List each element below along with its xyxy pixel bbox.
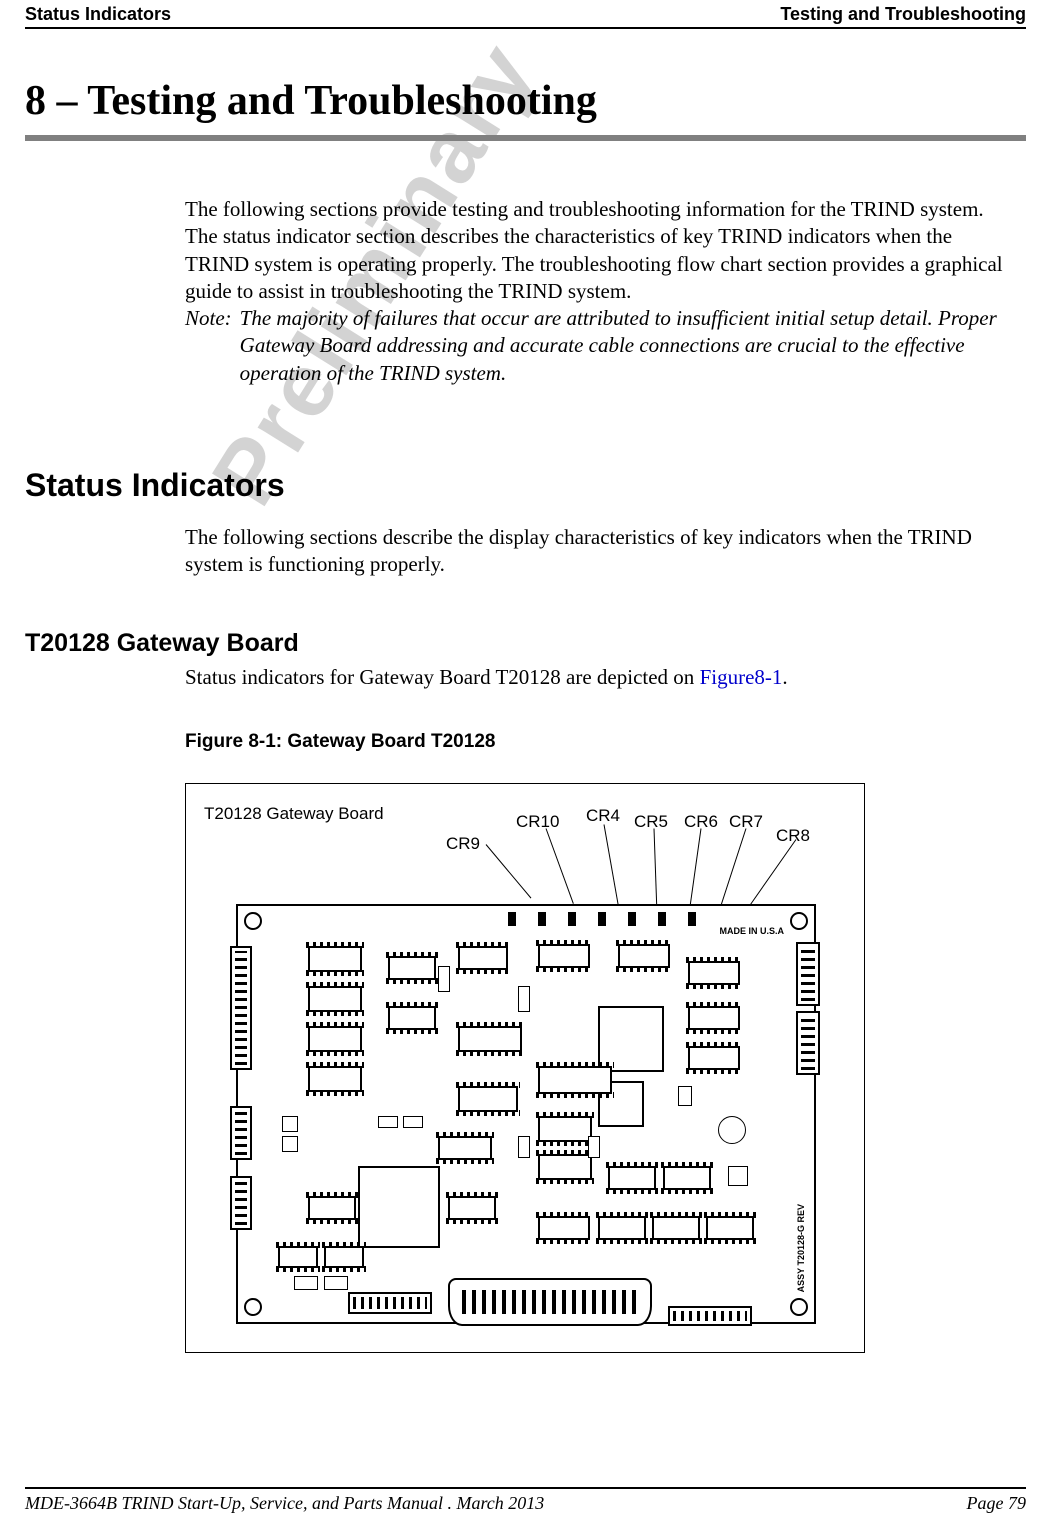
intro-paragraph: The following sections provide testing a… xyxy=(185,196,1016,305)
component xyxy=(728,1166,748,1186)
component xyxy=(294,1276,318,1290)
chip xyxy=(388,956,436,980)
connector xyxy=(796,942,820,1006)
lead-line xyxy=(546,828,574,904)
chip xyxy=(688,961,740,985)
led-cr xyxy=(598,912,606,926)
chip xyxy=(652,1216,700,1240)
component xyxy=(518,986,530,1012)
chip xyxy=(688,1046,740,1070)
component xyxy=(403,1116,423,1128)
chapter-rule xyxy=(25,135,1026,141)
component xyxy=(282,1136,298,1152)
figure-caption: Figure 8-1: Gateway Board T20128 xyxy=(185,731,1026,753)
chip xyxy=(458,1086,518,1112)
component xyxy=(588,1136,600,1158)
lead-line xyxy=(604,824,620,908)
lead-line xyxy=(719,828,746,909)
connector xyxy=(230,946,252,1070)
component xyxy=(678,1086,692,1106)
component xyxy=(324,1276,348,1290)
component xyxy=(378,1116,398,1128)
made-in-usa-label: MADE IN U.S.A xyxy=(719,926,784,936)
chip xyxy=(308,946,362,972)
chip xyxy=(538,1216,590,1240)
component xyxy=(438,966,450,992)
footer-rule xyxy=(25,1487,1026,1489)
figure-cross-ref-link[interactable]: Figure8-1 xyxy=(700,665,783,689)
header-rule xyxy=(25,27,1026,29)
assy-label: ASSY T20128-G REV xyxy=(796,1204,806,1292)
mounting-hole xyxy=(244,1298,262,1316)
callout-cr9: CR9 xyxy=(446,834,480,854)
chip xyxy=(598,1216,646,1240)
chip xyxy=(618,944,670,968)
section-paragraph: The following sections describe the disp… xyxy=(185,524,1016,579)
lead-line xyxy=(689,828,701,907)
chip xyxy=(308,1196,356,1220)
chip xyxy=(308,1026,362,1052)
chip xyxy=(538,944,590,968)
pcb-outline: MADE IN U.S.A ASSY T20128-G REV xyxy=(236,904,816,1324)
qfp-chip xyxy=(358,1166,440,1248)
board-label: T20128 Gateway Board xyxy=(204,804,384,824)
lead-line xyxy=(747,839,797,909)
chip xyxy=(688,1006,740,1030)
lead-line xyxy=(486,844,532,898)
chip xyxy=(448,1196,496,1220)
chip xyxy=(706,1216,754,1240)
chip xyxy=(278,1246,318,1268)
chip xyxy=(663,1166,711,1190)
lead-line xyxy=(654,828,658,908)
subsection-text-post: . xyxy=(782,665,787,689)
dsub-connector xyxy=(448,1278,652,1326)
chip xyxy=(608,1166,656,1190)
connector xyxy=(230,1106,252,1160)
chip xyxy=(388,1006,436,1030)
connector xyxy=(668,1306,752,1326)
chip xyxy=(538,1116,592,1142)
footer-doc-title: MDE-3664B TRIND Start-Up, Service, and P… xyxy=(25,1493,544,1514)
chip xyxy=(458,946,508,970)
running-header: Status Indicators Testing and Troublesho… xyxy=(25,4,1026,27)
led-cr xyxy=(568,912,576,926)
mounting-hole xyxy=(790,912,808,930)
section-heading: Status Indicators xyxy=(25,467,1026,504)
led-cr xyxy=(508,912,516,926)
chip xyxy=(538,1154,592,1180)
header-right: Testing and Troubleshooting xyxy=(780,4,1026,25)
footer-page-number: Page 79 xyxy=(967,1493,1026,1514)
connector xyxy=(230,1176,252,1230)
subsection-text-pre: Status indicators for Gateway Board T201… xyxy=(185,665,700,689)
callout-cr10: CR10 xyxy=(516,812,559,832)
led-cr xyxy=(628,912,636,926)
led-cr xyxy=(688,912,696,926)
page-footer: MDE-3664B TRIND Start-Up, Service, and P… xyxy=(25,1487,1026,1514)
chip xyxy=(308,1066,362,1092)
component xyxy=(718,1116,746,1144)
component xyxy=(282,1116,298,1132)
callout-cr4: CR4 xyxy=(586,806,620,826)
chip xyxy=(538,1066,612,1094)
callout-cr5: CR5 xyxy=(634,812,668,832)
note-text: The majority of failures that occur are … xyxy=(240,305,1016,387)
figure-8-1: T20128 Gateway Board CR9 CR10 CR4 CR5 CR… xyxy=(185,783,865,1353)
connector xyxy=(348,1292,432,1314)
mounting-hole xyxy=(244,912,262,930)
subsection-sentence: Status indicators for Gateway Board T201… xyxy=(185,664,1016,691)
mounting-hole xyxy=(790,1298,808,1316)
subsection-heading: T20128 Gateway Board xyxy=(25,629,1026,658)
connector xyxy=(796,1011,820,1075)
chip xyxy=(458,1026,522,1052)
chip xyxy=(438,1136,492,1160)
chip xyxy=(308,986,362,1012)
note-label: Note: xyxy=(185,305,232,387)
header-left: Status Indicators xyxy=(25,4,171,25)
led-cr xyxy=(538,912,546,926)
chip xyxy=(324,1246,364,1268)
component xyxy=(518,1136,530,1158)
chapter-title: 8 – Testing and Troubleshooting xyxy=(25,77,1026,125)
led-cr xyxy=(658,912,666,926)
